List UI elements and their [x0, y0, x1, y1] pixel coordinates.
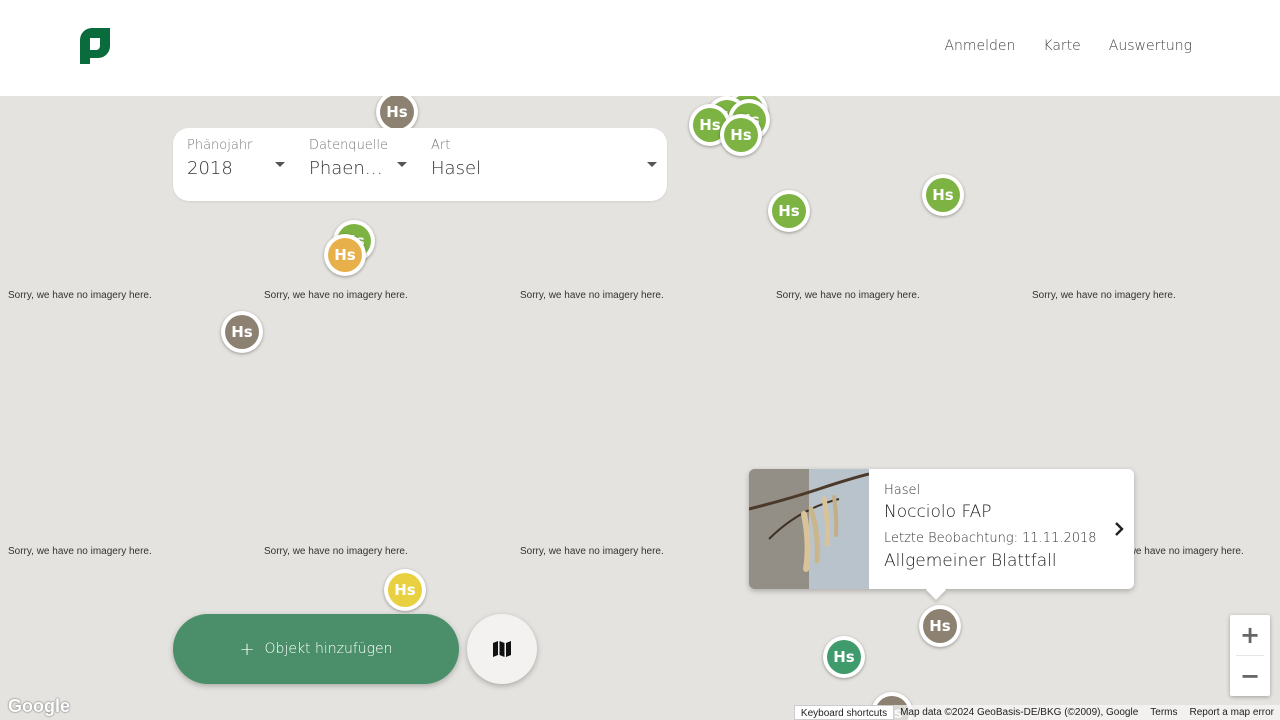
map-layer-button[interactable] — [467, 614, 537, 684]
source-dropdown-icon[interactable] — [397, 162, 407, 167]
no-imagery-tile: Sorry, we have no imagery here. — [1032, 290, 1176, 301]
year-value: 2018 — [187, 158, 233, 179]
no-imagery-tile: Sorry, we have no imagery here. — [520, 546, 664, 557]
year-label: Phänojahr — [187, 138, 253, 153]
no-imagery-tile: Sorry, we have no imagery here. — [776, 290, 920, 301]
no-imagery-tile: Sorry, we have no imagery here. — [264, 546, 408, 557]
map-attribution: Keyboard shortcuts Map data ©2024 GeoBas… — [793, 705, 1280, 720]
map-marker[interactable]: Hs — [919, 605, 961, 653]
card-object-name: Nocciolo FAP — [884, 502, 992, 522]
main-nav: Anmelden Karte Auswertung — [944, 38, 1192, 54]
observation-card[interactable]: Hasel Nocciolo FAP Letzte Beobachtung: 1… — [749, 469, 1134, 600]
map-marker[interactable]: Hs — [823, 636, 865, 684]
map-data-text: Map data ©2024 GeoBasis-DE/BKG (©2009), … — [894, 705, 1145, 720]
source-select[interactable]: Datenquelle Phaeno... — [309, 138, 391, 179]
species-select[interactable]: Art Hasel — [431, 138, 631, 179]
plus-icon: + — [239, 638, 255, 660]
year-dropdown-icon[interactable] — [275, 162, 285, 167]
logo-icon[interactable] — [80, 28, 110, 64]
no-imagery-tile: Sorry, we have no imagery here. — [264, 290, 408, 301]
app-header: Anmelden Karte Auswertung — [0, 0, 1280, 96]
nav-auswertung[interactable]: Auswertung — [1109, 38, 1192, 54]
source-value: Phaeno... — [309, 158, 391, 179]
card-species: Hasel — [884, 483, 921, 498]
zoom-out-button[interactable]: − — [1230, 656, 1270, 696]
keyboard-shortcuts-link[interactable]: Keyboard shortcuts — [793, 705, 895, 720]
map-marker[interactable]: Hs — [221, 311, 263, 359]
zoom-control: + − — [1230, 615, 1270, 696]
species-label: Art — [431, 138, 451, 153]
map-marker[interactable]: Hs — [324, 234, 366, 282]
no-imagery-tile: Sorry, we have no imagery here. — [8, 546, 152, 557]
add-object-button[interactable]: + Objekt hinzufügen — [173, 614, 459, 684]
card-phase: Allgemeiner Blattfall — [884, 551, 1057, 571]
map-marker[interactable]: Hs — [720, 114, 762, 162]
map-marker[interactable]: Hs — [384, 569, 426, 617]
no-imagery-tile: Sorry, we have no imagery here. — [520, 290, 664, 301]
map-icon — [493, 641, 511, 657]
zoom-in-button[interactable]: + — [1230, 615, 1270, 655]
filter-panel: Phänojahr 2018 Datenquelle Phaeno... Art… — [173, 128, 667, 201]
terms-link[interactable]: Terms — [1144, 705, 1184, 720]
species-dropdown-icon[interactable] — [647, 162, 657, 167]
species-value: Hasel — [431, 158, 482, 179]
no-imagery-tile: Sorry, we have no imagery here. — [8, 290, 152, 301]
map-marker[interactable]: Hs — [768, 190, 810, 238]
plant-photo — [749, 469, 869, 589]
add-object-label: Objekt hinzufügen — [264, 641, 393, 657]
card-last-observation: Letzte Beobachtung: 11.11.2018 — [884, 531, 1097, 546]
year-select[interactable]: Phänojahr 2018 — [187, 138, 287, 179]
google-logo[interactable]: Google — [8, 696, 70, 717]
nav-anmelden[interactable]: Anmelden — [944, 38, 1015, 54]
nav-karte[interactable]: Karte — [1043, 38, 1080, 54]
map-marker[interactable]: Hs — [922, 174, 964, 222]
chevron-right-icon[interactable] — [1112, 520, 1126, 538]
report-map-error-link[interactable]: Report a map error — [1183, 705, 1280, 720]
source-label: Datenquelle — [309, 138, 389, 153]
